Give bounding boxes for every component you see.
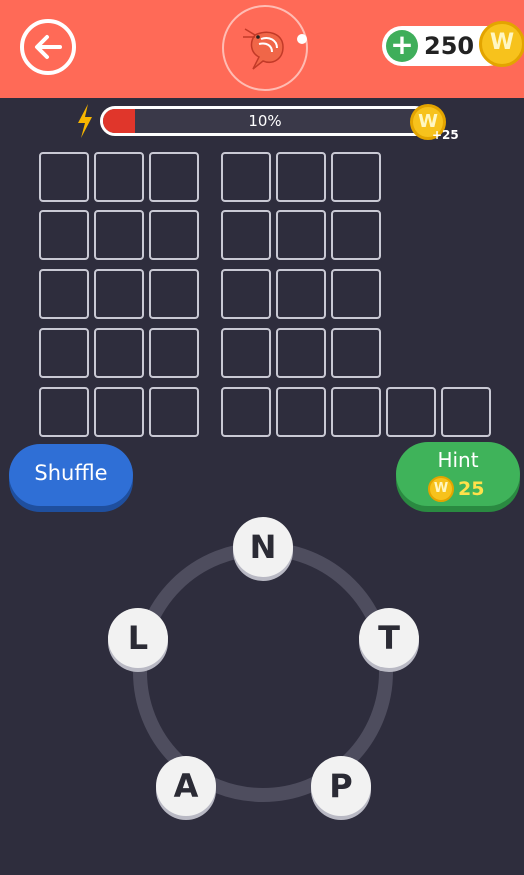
add-coins-icon[interactable]: + (386, 30, 418, 62)
letter-slot (149, 152, 199, 202)
top-bar: + 250 W (0, 0, 524, 98)
letter-slot (276, 269, 326, 319)
letter-slot (221, 269, 271, 319)
letter-slot (149, 328, 199, 378)
progress-percent: 10% (248, 112, 282, 130)
letter-slot (94, 387, 144, 437)
hint-coin-icon: W (428, 476, 454, 502)
letter-slot (94, 328, 144, 378)
letter-slot (39, 152, 89, 202)
back-button[interactable] (20, 19, 76, 75)
hint-label: Hint (437, 448, 479, 472)
letter-slot (221, 152, 271, 202)
letter-tile[interactable]: L (108, 608, 168, 668)
letter-slot (386, 387, 436, 437)
letter-slot (149, 387, 199, 437)
letter-slot (94, 269, 144, 319)
reward-amount: +25 (432, 128, 459, 142)
coin-icon: W (479, 21, 524, 67)
level-badge (222, 5, 308, 91)
letter-slot (39, 210, 89, 260)
letter-slot (331, 269, 381, 319)
letter-slot (149, 210, 199, 260)
letter-slot (39, 387, 89, 437)
letter-slot (149, 269, 199, 319)
letter-slot (94, 152, 144, 202)
letter-slot (276, 210, 326, 260)
arrow-left-icon (35, 35, 62, 59)
badge-dot (297, 34, 307, 44)
letter-slot (39, 328, 89, 378)
letter-slot (331, 152, 381, 202)
hint-cost: 25 (458, 478, 485, 500)
letter-tile[interactable]: T (359, 608, 419, 668)
hint-button[interactable]: Hint W 25 (396, 442, 520, 506)
letter-slot (331, 210, 381, 260)
lightning-icon (78, 104, 92, 138)
shrimp-icon (243, 28, 284, 70)
letter-slot (331, 328, 381, 378)
letter-slot (276, 328, 326, 378)
progress-bar: 10% (100, 106, 430, 136)
letter-slot (39, 269, 89, 319)
letter-slot (276, 152, 326, 202)
coins-count: 250 (424, 32, 475, 60)
letter-slot (221, 387, 271, 437)
letter-slot (221, 328, 271, 378)
letter-slot (441, 387, 491, 437)
letter-slot (94, 210, 144, 260)
letter-tile[interactable]: N (233, 517, 293, 577)
letter-tile[interactable]: P (311, 756, 371, 816)
letter-tile[interactable]: A (156, 756, 216, 816)
letter-slot (276, 387, 326, 437)
letter-slot (221, 210, 271, 260)
letter-slot (331, 387, 381, 437)
shuffle-button[interactable]: Shuffle (9, 444, 133, 506)
